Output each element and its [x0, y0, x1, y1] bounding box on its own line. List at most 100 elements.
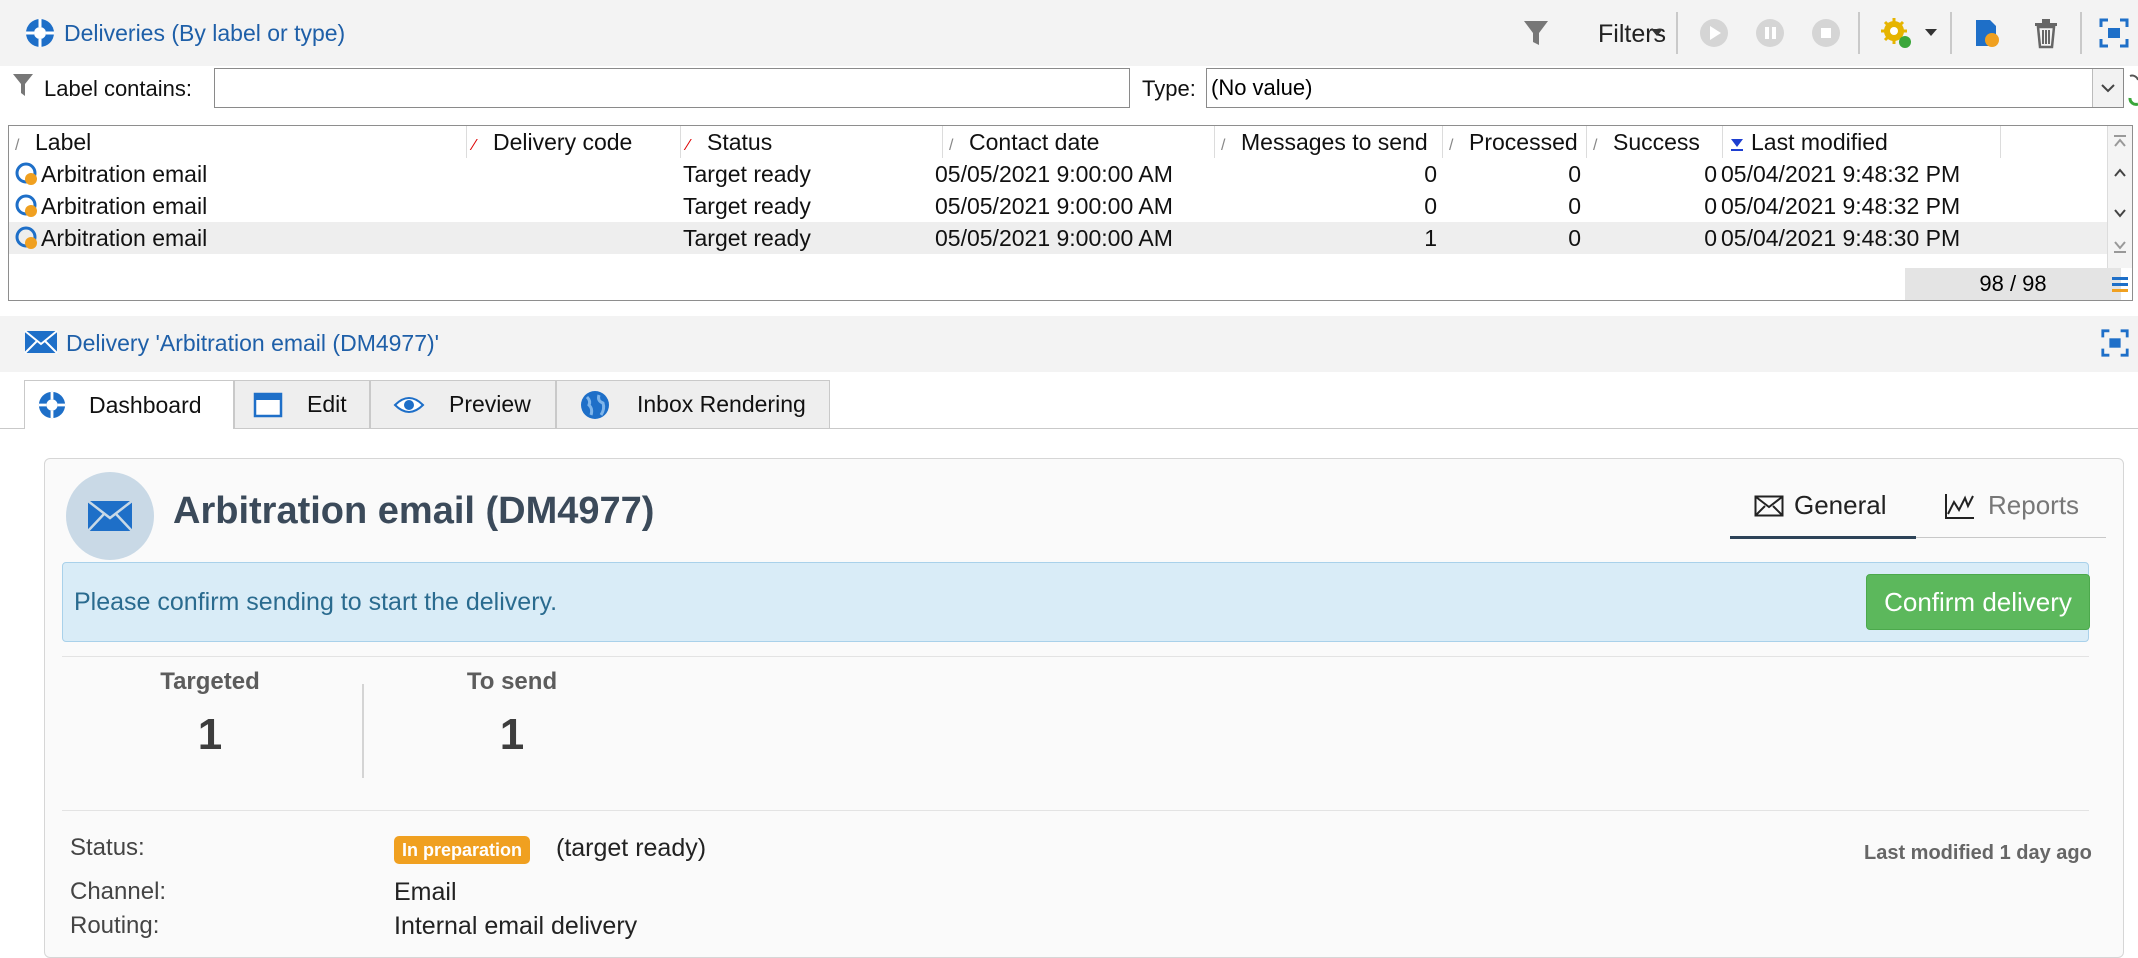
routing-value: Internal email delivery	[394, 912, 638, 940]
tabs-baseline	[0, 428, 2138, 429]
tab-edit[interactable]: Edit	[234, 380, 370, 428]
cell-messages-to-send: 0	[1424, 161, 1437, 187]
cell-processed: 0	[1568, 225, 1581, 251]
column-header-messages-to-send[interactable]: / Messages to send	[1215, 126, 1443, 158]
channel-label: Channel:	[70, 878, 167, 905]
tab-edit-label: Edit	[307, 391, 347, 417]
table-row-selected[interactable]: Arbitration email Target ready 05/05/202…	[9, 222, 2119, 254]
column-header-status[interactable]: ⁄ Status	[681, 126, 943, 158]
chevron-down-icon[interactable]	[2092, 69, 2123, 107]
type-label: Type:	[1142, 76, 1196, 101]
status-badge: In preparation	[394, 836, 531, 864]
delivery-status-icon	[15, 226, 39, 258]
actions-gear-icon[interactable]	[1876, 12, 1916, 54]
filter-icon	[12, 72, 34, 98]
mail-icon	[1754, 495, 1784, 517]
chart-line-icon	[1944, 492, 1976, 520]
column-header-success[interactable]: / Success	[1587, 126, 1723, 158]
refresh-icon[interactable]	[2128, 72, 2138, 112]
column-header-processed[interactable]: / Processed	[1443, 126, 1587, 158]
tab-preview[interactable]: Preview	[370, 380, 556, 428]
cell-messages-to-send: 1	[1424, 225, 1437, 251]
subtab-reports-label: Reports	[1988, 490, 2080, 520]
new-icon[interactable]	[1966, 12, 2006, 54]
column-header-delivery-code[interactable]: ⁄ Delivery code	[467, 126, 681, 158]
actions-dropdown-icon[interactable]	[1924, 22, 1938, 42]
scroll-bottom-icon[interactable]	[2113, 240, 2127, 254]
tab-inbox-rendering-label: Inbox Rendering	[637, 391, 806, 417]
cell-status: Target ready	[683, 161, 811, 187]
banner-message: Please confirm sending to start the deli…	[74, 588, 558, 616]
scroll-top-icon[interactable]	[2113, 134, 2127, 148]
pause-icon[interactable]	[1750, 12, 1790, 54]
cell-label: Arbitration email	[41, 193, 208, 219]
stop-icon[interactable]	[1806, 12, 1846, 54]
toolbar-separator	[1676, 12, 1678, 54]
tab-inbox-rendering[interactable]: Inbox Rendering	[556, 380, 830, 428]
tab-dashboard[interactable]: Dashboard	[24, 380, 234, 429]
cell-contact-date: 05/05/2021 9:00:00 AM	[935, 225, 1173, 251]
subtab-general[interactable]: General	[1754, 490, 1887, 521]
column-header-last-modified[interactable]: Last modified	[1723, 126, 2001, 158]
delete-icon[interactable]	[2026, 12, 2066, 54]
type-select[interactable]: (No value)	[1206, 68, 2124, 108]
targeted-label: Targeted	[160, 668, 260, 695]
scroll-up-icon[interactable]	[2113, 166, 2127, 180]
stats-separator	[362, 684, 364, 778]
record-count: 98 / 98	[1905, 268, 2121, 300]
delivery-avatar	[66, 472, 154, 560]
cell-last-modified: 05/04/2021 9:48:32 PM	[1721, 193, 1961, 219]
confirm-delivery-button[interactable]: Confirm delivery	[1866, 574, 2090, 630]
toolbar-separator	[1950, 12, 1952, 54]
divider	[62, 656, 2089, 657]
divider	[62, 810, 2089, 811]
dashboard-icon	[37, 390, 67, 420]
sort-descending-icon	[1729, 135, 1745, 153]
label-contains-input[interactable]	[214, 68, 1130, 108]
tab-dashboard-label: Dashboard	[89, 391, 202, 418]
to-send-label: To send	[466, 668, 558, 695]
cell-last-modified: 05/04/2021 9:48:32 PM	[1721, 161, 1961, 187]
delivery-panel-title: Delivery 'Arbitration email (DM4977)'	[66, 330, 440, 356]
subtab-baseline	[1916, 537, 2106, 538]
cell-status: Target ready	[683, 225, 811, 251]
table-row[interactable]: Arbitration email Target ready 05/05/202…	[9, 190, 2119, 222]
cell-processed: 0	[1568, 161, 1581, 187]
table-row[interactable]: Arbitration email Target ready 05/05/202…	[9, 158, 2119, 190]
column-header-label[interactable]: / Label	[9, 126, 467, 158]
deliveries-table: / Label ⁄ Delivery code ⁄ Status / Contact d…	[8, 125, 2133, 301]
subtab-reports[interactable]: Reports	[1944, 490, 2079, 521]
cell-contact-date: 05/05/2021 9:00:00 AM	[935, 161, 1173, 187]
edit-icon	[253, 392, 283, 418]
column-header-contact-date[interactable]: / Contact date	[943, 126, 1215, 158]
status-label: Status:	[70, 834, 145, 861]
envelope-icon	[87, 500, 133, 532]
maximize-panel-icon[interactable]	[2100, 328, 2130, 358]
eye-icon	[393, 394, 425, 416]
targeted-count: 1	[197, 710, 223, 759]
cell-success: 0	[1704, 161, 1717, 187]
label-contains-label: Label contains:	[44, 76, 192, 101]
last-modified-text: Last modified 1 day ago	[1864, 842, 2092, 864]
routing-label: Routing:	[70, 912, 160, 939]
dashboard-card	[44, 458, 2124, 958]
start-icon[interactable]	[1694, 12, 1734, 54]
cell-processed: 0	[1568, 193, 1581, 219]
scroll-down-icon[interactable]	[2113, 206, 2127, 220]
cell-success: 0	[1704, 193, 1717, 219]
filter-funnel-icon[interactable]	[1522, 18, 1550, 48]
cell-label: Arbitration email	[41, 161, 208, 187]
toolbar-separator	[2080, 12, 2082, 54]
deliveries-icon	[24, 17, 56, 49]
globe-icon	[579, 389, 611, 421]
to-send-count: 1	[499, 710, 525, 759]
list-title: Deliveries (By label or type)	[64, 20, 346, 46]
filters-dropdown-icon[interactable]	[1650, 22, 1664, 42]
column-settings-icon[interactable]	[2110, 274, 2130, 294]
cell-contact-date: 05/05/2021 9:00:00 AM	[935, 193, 1173, 219]
channel-value: Email	[394, 878, 457, 906]
toolbar-separator	[1858, 12, 1860, 54]
grid-scrollbar[interactable]	[2107, 126, 2132, 268]
maximize-icon[interactable]	[2094, 12, 2134, 54]
subtab-general-label: General	[1794, 490, 1887, 520]
